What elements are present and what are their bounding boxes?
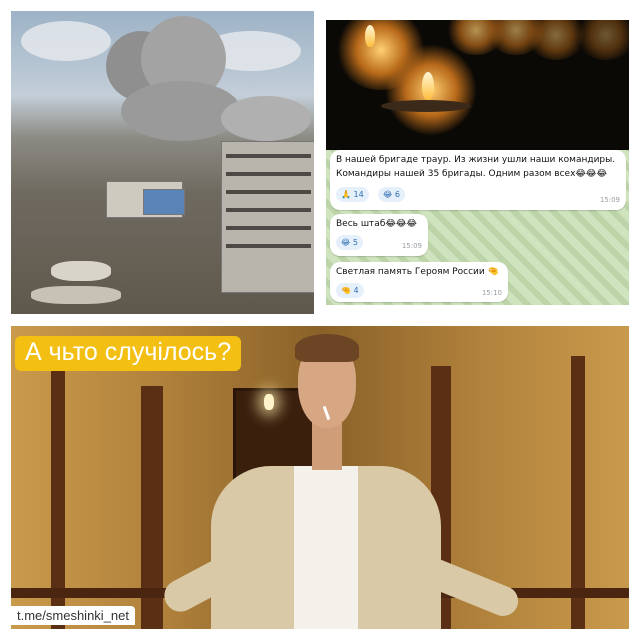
message-line: Весь штаб😂😂😂 bbox=[336, 219, 417, 229]
man-shirt bbox=[294, 466, 358, 629]
reaction-chip[interactable]: 🙏 14 bbox=[336, 187, 369, 202]
rubble bbox=[51, 261, 111, 281]
message-line: Командиры нашей 35 бригады. Одним разом … bbox=[336, 169, 607, 179]
candle-glow bbox=[576, 20, 629, 60]
destroyed-city-photo bbox=[11, 11, 314, 314]
reaction-chip[interactable]: 😂 6 bbox=[378, 187, 405, 202]
candles-photo bbox=[326, 20, 629, 150]
message-line: В нашей бригаде траур. Из жизни ушли наш… bbox=[336, 155, 616, 165]
reaction-count: 6 bbox=[394, 190, 400, 199]
meme-photo: А чьто случілось? t.me/smeshinki_net bbox=[11, 326, 629, 629]
blue-kiosk bbox=[143, 189, 185, 215]
watermark: t.me/smeshinki_net bbox=[11, 606, 135, 625]
candle-flame bbox=[422, 72, 434, 100]
message-time: 15:10 bbox=[481, 289, 502, 297]
candle-holder bbox=[381, 100, 471, 112]
candle-flame bbox=[365, 25, 375, 47]
apartment-building bbox=[221, 141, 314, 293]
laughing-icon: 😂 bbox=[341, 238, 351, 247]
pinching-hand-icon: 🤏 bbox=[341, 286, 351, 295]
chat-message-2: Весь штаб😂😂😂 😂 5 15:09 bbox=[330, 214, 428, 256]
rubble bbox=[31, 286, 121, 304]
chat-message-3: Светлая память Героям России 🤏 🤏 4 15:10 bbox=[330, 262, 508, 302]
chat-message-1: В нашей бригаде траур. Из жизни ушли наш… bbox=[330, 150, 626, 210]
man-neck bbox=[312, 422, 342, 470]
message-line: Светлая память Героям России 🤏 bbox=[336, 267, 499, 277]
smoke-cloud bbox=[221, 96, 311, 141]
message-time: 15:09 bbox=[401, 242, 422, 250]
pray-icon: 🙏 bbox=[341, 190, 351, 199]
meme-caption: А чьто случілось? bbox=[15, 336, 242, 371]
reaction-count: 5 bbox=[352, 238, 358, 247]
man-hair bbox=[295, 334, 359, 362]
ceiling-lamp bbox=[264, 394, 274, 410]
reaction-chip[interactable]: 😂 5 bbox=[336, 235, 363, 250]
reaction-count: 14 bbox=[353, 190, 364, 199]
cloud bbox=[21, 21, 111, 61]
message-time: 15:09 bbox=[599, 196, 620, 204]
reaction-chip[interactable]: 🤏 4 bbox=[336, 283, 364, 298]
laughing-icon: 😂 bbox=[383, 190, 393, 199]
chat-screenshot: В нашей бригаде траур. Из жизни ушли наш… bbox=[326, 20, 629, 305]
reaction-count: 4 bbox=[353, 286, 359, 295]
